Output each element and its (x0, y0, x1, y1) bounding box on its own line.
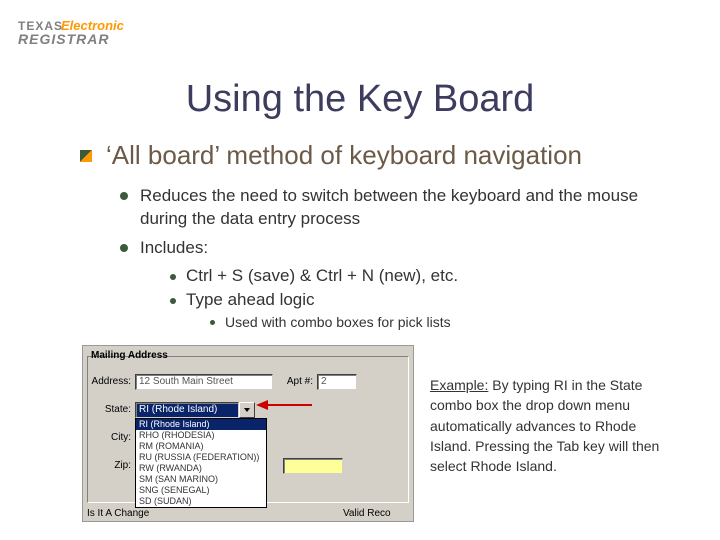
bullet-level3: Ctrl + S (save) & Ctrl + N (new), etc. (170, 266, 680, 286)
bullet-level2: Reduces the need to switch between the k… (120, 185, 680, 231)
example-text: Example: By typing RI in the State combo… (430, 375, 680, 476)
bullet-level2: Includes: (120, 237, 680, 260)
square-bullet-icon (80, 150, 92, 162)
bullet-level1: ‘All board’ method of keyboard navigatio… (80, 140, 680, 171)
bullet-text: Reduces the need to switch between the k… (140, 185, 680, 231)
red-arrow-icon (256, 398, 314, 412)
bullet-text: Used with combo boxes for pick lists (225, 314, 451, 330)
apt-field[interactable]: 2 (317, 374, 357, 390)
dropdown-option[interactable]: SD (SUDAN) (136, 496, 266, 507)
label-address: Address: (83, 376, 131, 387)
example-label: Example: (430, 377, 488, 393)
bullet-text: Type ahead logic (186, 290, 315, 310)
chevron-down-icon (244, 408, 250, 412)
dropdown-option[interactable]: RW (RWANDA) (136, 463, 266, 474)
state-dropdown-list[interactable]: RI (Rhode Island) RHO (RHODESIA) RM (ROM… (135, 418, 267, 508)
dropdown-option[interactable]: RM (ROMANIA) (136, 441, 266, 452)
footer-right: Valid Reco (343, 508, 413, 519)
logo: TEXASElectronic REGISTRAR (18, 18, 124, 46)
page-title: Using the Key Board (0, 78, 720, 121)
dot-icon (120, 192, 128, 200)
label-state: State: (83, 404, 131, 415)
slide: TEXASElectronic REGISTRAR Using the Key … (0, 0, 720, 540)
label-apt: Apt #: (281, 376, 313, 387)
bullet-level3: Type ahead logic (170, 290, 680, 310)
dot-icon (170, 298, 176, 304)
dropdown-option[interactable]: RI (Rhode Island) (136, 419, 266, 430)
bullet-level4: Used with combo boxes for pick lists (210, 314, 680, 330)
footer-left: Is It A Change (87, 508, 167, 519)
dropdown-option[interactable]: SNG (SENEGAL) (136, 485, 266, 496)
dot-icon (210, 320, 215, 325)
bullet-text: Includes: (140, 237, 208, 260)
dot-icon (170, 274, 176, 280)
dot-icon (120, 244, 128, 252)
mailing-address-form: Mailing Address Address: 12 South Main S… (83, 346, 413, 521)
group-label: Mailing Address (91, 350, 168, 361)
bullet-text: Ctrl + S (save) & Ctrl + N (new), etc. (186, 266, 458, 286)
form-screenshot: Mailing Address Address: 12 South Main S… (82, 345, 414, 522)
state-field[interactable]: RI (Rhode Island) (135, 402, 239, 418)
label-city: City: (83, 432, 131, 443)
state-dropdown-button[interactable] (239, 402, 255, 418)
body: ‘All board’ method of keyboard navigatio… (80, 140, 680, 334)
zip-field[interactable] (283, 458, 343, 474)
dropdown-option[interactable]: SM (SAN MARINO) (136, 474, 266, 485)
state-combo[interactable]: RI (Rhode Island) (135, 402, 255, 418)
dropdown-option[interactable]: RU (RUSSIA (FEDERATION)) (136, 452, 266, 463)
logo-registrar: REGISTRAR (18, 32, 124, 46)
bullet-text: ‘All board’ method of keyboard navigatio… (106, 140, 582, 171)
dropdown-option[interactable]: RHO (RHODESIA) (136, 430, 266, 441)
address-field[interactable]: 12 South Main Street (135, 374, 273, 390)
label-zip: Zip: (83, 460, 131, 471)
